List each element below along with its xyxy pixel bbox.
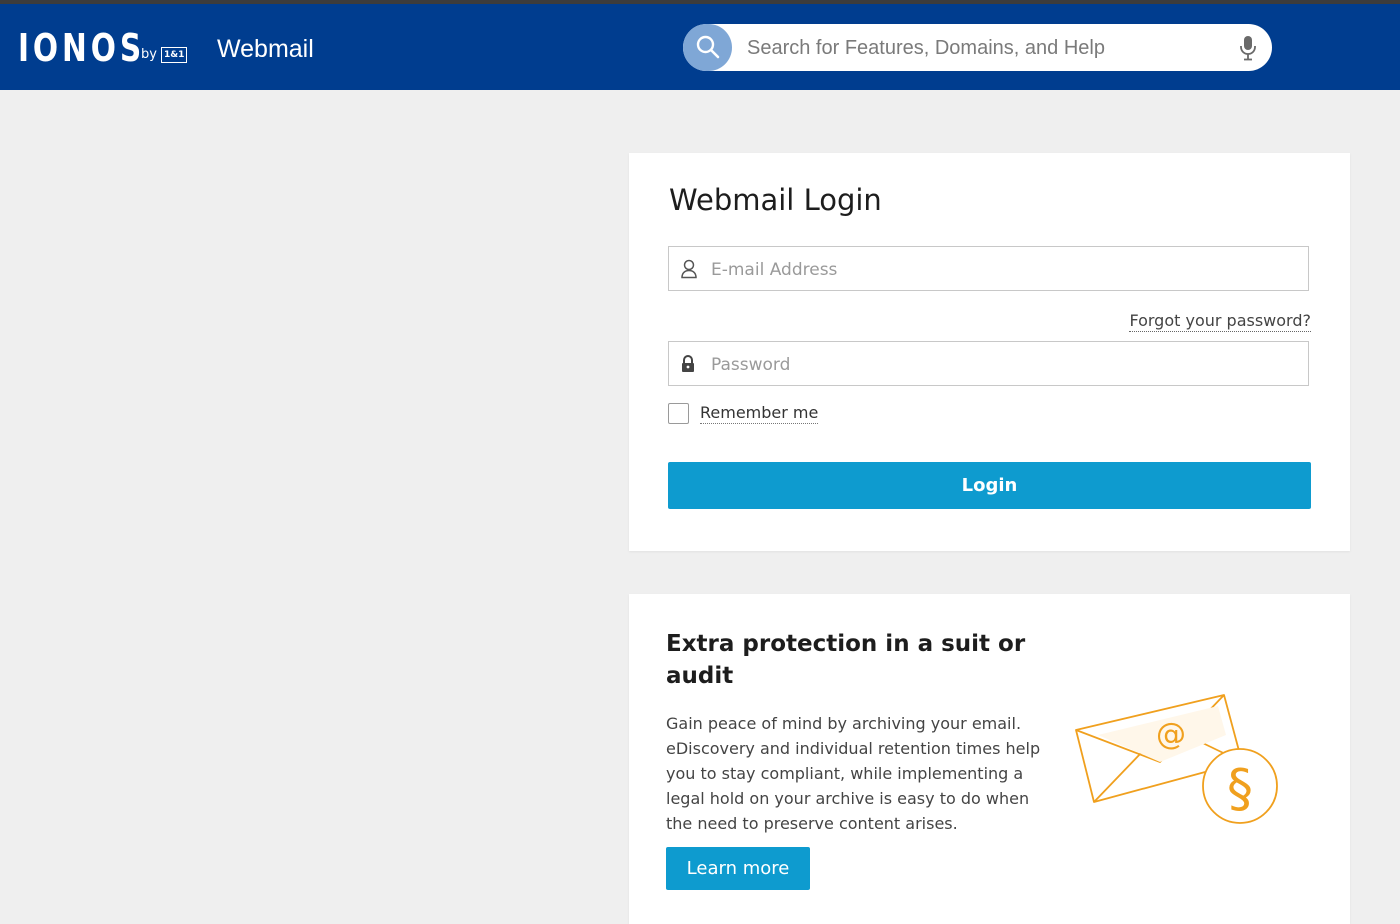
search-button[interactable] bbox=[683, 24, 732, 71]
promo-text: Gain peace of mind by archiving your ema… bbox=[666, 714, 1041, 833]
learn-more-button[interactable]: Learn more bbox=[666, 847, 810, 890]
email-field[interactable] bbox=[668, 246, 1309, 291]
svg-text:@: @ bbox=[1156, 717, 1186, 752]
remember-me-label[interactable]: Remember me bbox=[700, 403, 819, 424]
forgot-password-link[interactable]: Forgot your password? bbox=[1129, 311, 1311, 332]
envelope-paragraph-icon: @ § bbox=[1075, 694, 1278, 824]
remember-me[interactable]: Remember me bbox=[668, 403, 819, 424]
user-icon bbox=[681, 259, 697, 279]
top-header: IONOS by 1&1 Webmail bbox=[0, 4, 1400, 90]
search-icon bbox=[696, 35, 720, 59]
app-title: Webmail bbox=[217, 35, 314, 63]
password-input[interactable] bbox=[709, 350, 1293, 380]
email-input[interactable] bbox=[709, 255, 1293, 285]
lock-icon bbox=[682, 355, 694, 372]
promo-card: Extra protection in a suit or audit Gain… bbox=[629, 594, 1350, 924]
login-button[interactable]: Login bbox=[668, 462, 1311, 509]
logo-badge: 1&1 bbox=[160, 47, 188, 63]
search-bar bbox=[683, 24, 1272, 71]
svg-text:§: § bbox=[1227, 759, 1253, 819]
remember-me-checkbox[interactable] bbox=[668, 403, 689, 424]
search-input[interactable] bbox=[745, 32, 1219, 64]
login-title: Webmail Login bbox=[669, 183, 882, 217]
password-field[interactable] bbox=[668, 341, 1309, 386]
promo-title: Extra protection in a suit or audit bbox=[666, 631, 1026, 689]
logo-wordmark: IONOS bbox=[18, 26, 146, 70]
login-card: Webmail Login Forgot your password? Reme… bbox=[629, 153, 1350, 551]
microphone-icon[interactable] bbox=[1238, 35, 1258, 61]
ionos-logo[interactable]: IONOS by 1&1 bbox=[18, 26, 188, 70]
